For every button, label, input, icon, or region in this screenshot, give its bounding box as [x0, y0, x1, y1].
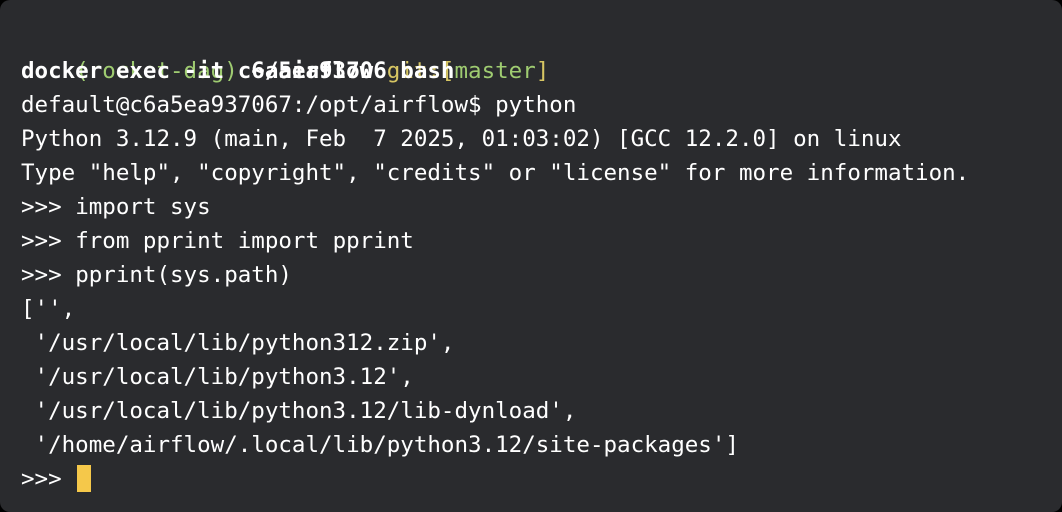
output-line: '/usr/local/lib/python3.12', [21, 364, 414, 390]
repl-line: >>> pprint(sys.path) [21, 258, 1062, 292]
repl-prompt: >>> [21, 466, 62, 492]
repl-code: from pprint import pprint [75, 228, 414, 254]
python-banner-version: Python 3.12.9 (main, Feb 7 2025, 01:03:0… [21, 126, 902, 152]
repl-line: >>> import sys [21, 190, 1062, 224]
shell-prompt: default@c6a5ea937067:/opt/airflow$ [21, 92, 482, 118]
repl-line: >>> from pprint import pprint [21, 224, 1062, 258]
repl-code: pprint(sys.path) [75, 262, 292, 288]
repl-prompt: >>> [21, 228, 62, 254]
output-line: '/home/airflow/.local/lib/python3.12/sit… [21, 432, 739, 458]
python-banner-help: Type "help", "copyright", "credits" or "… [21, 160, 970, 186]
shell-prompt-line: default@c6a5ea937067:/opt/airflow$ pytho… [21, 88, 1062, 122]
repl-prompt: >>> [21, 194, 62, 220]
zsh-prompt-line: (rocket-dag) ~/airflow git:[master] [21, 20, 1062, 84]
git-branch: master [454, 58, 536, 84]
active-repl-line[interactable]: >>> [21, 462, 1062, 496]
shell-command: python [495, 92, 577, 118]
output-line: ['', [21, 296, 76, 322]
text-cursor [77, 465, 92, 492]
terminal-window[interactable]: (rocket-dag) ~/airflow git:[master] dock… [0, 0, 1062, 512]
output-line: '/usr/local/lib/python312.zip', [21, 330, 455, 356]
repl-code: import sys [75, 194, 211, 220]
git-bracket-close: ] [535, 58, 550, 84]
output-line: '/usr/local/lib/python3.12/lib-dynload', [21, 398, 577, 424]
repl-prompt: >>> [21, 262, 62, 288]
